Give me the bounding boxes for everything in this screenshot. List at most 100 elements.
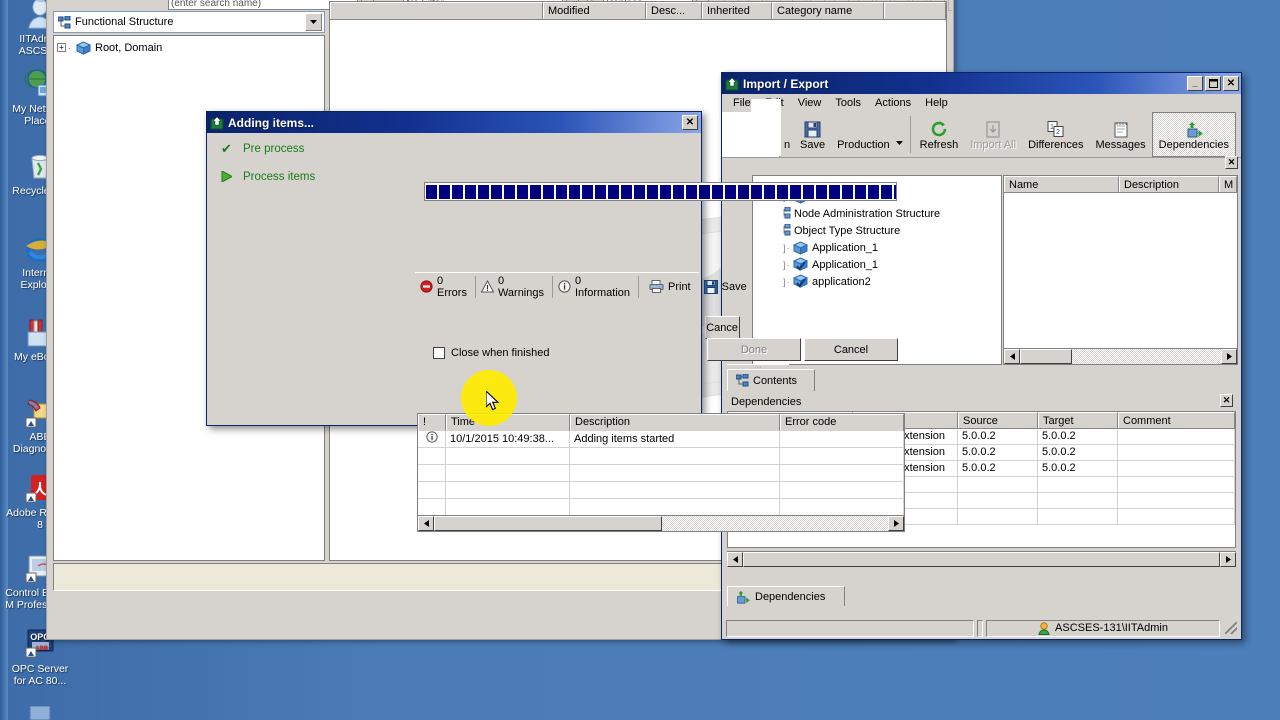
grid-header-cell[interactable]: Inherited <box>702 2 772 19</box>
menu-item-tools[interactable]: Tools <box>829 96 867 110</box>
tree-connector: ]· <box>783 259 791 270</box>
structure-combo[interactable]: Functional Structure <box>53 11 325 33</box>
toolbar-production[interactable]: Production <box>831 112 892 157</box>
list-hscrollbar[interactable] <box>1004 348 1237 364</box>
checkbox-icon[interactable] <box>433 347 445 359</box>
tree-item-root-domain[interactable]: + · Root, Domain <box>54 39 324 56</box>
status-user-pane: ASCSES-131\IITAdmin <box>986 619 1220 637</box>
scroll-left-icon[interactable] <box>418 516 434 531</box>
menu-item-view[interactable]: View <box>792 96 828 110</box>
scroll-track[interactable] <box>1072 349 1221 364</box>
close-button[interactable]: ✕ <box>1223 76 1239 91</box>
tab-dependencies[interactable]: Dependencies <box>727 586 845 606</box>
scroll-track[interactable] <box>662 516 888 531</box>
grid-header-cell[interactable] <box>884 2 946 19</box>
adding-items-title: Adding items... <box>228 115 315 130</box>
log-hscrollbar[interactable] <box>418 515 904 531</box>
grid-header-cell[interactable]: Category name <box>772 2 884 19</box>
list-header-m[interactable]: M <box>1219 176 1237 192</box>
contents-panel-close[interactable]: ✕ <box>1225 156 1238 169</box>
scroll-right-icon[interactable] <box>888 516 904 531</box>
scroll-right-icon[interactable] <box>1221 349 1237 364</box>
table-row[interactable] <box>418 482 904 499</box>
toolbar-refresh-label: Refresh <box>919 139 959 151</box>
toolbar-messages[interactable]: Messages <box>1090 112 1152 157</box>
refresh-icon <box>930 119 948 139</box>
maximize-button[interactable] <box>1205 76 1221 91</box>
dep-cell-target: 5.0.0.2 <box>1038 445 1118 461</box>
expand-icon[interactable]: + <box>57 43 66 52</box>
toolbar-differences-label: Differences <box>1028 139 1084 151</box>
dep-header-source[interactable]: Source <box>958 412 1038 428</box>
ie-tree-item-object-type[interactable]: Object Type Structure <box>753 222 1001 239</box>
import-export-tree[interactable]: ]· Root <box>752 175 1002 365</box>
differences-icon: 1 2 <box>1047 119 1065 139</box>
cancel-button[interactable]: Cancel <box>804 338 898 361</box>
table-row[interactable]: 10/1/2015 10:49:38... Adding items start… <box>418 431 904 448</box>
progress-block <box>504 184 515 199</box>
scroll-thumb[interactable] <box>434 516 662 531</box>
toolbar-production-dropdown[interactable] <box>892 112 907 157</box>
log-header-error-code[interactable]: Error code <box>780 414 904 431</box>
ie-tree-item-application-1[interactable]: ]· Application_1 <box>753 239 1001 256</box>
menu-item-actions[interactable]: Actions <box>869 96 917 110</box>
progress-block <box>790 184 801 199</box>
done-button-label: Done <box>740 343 768 356</box>
toolbar-icon-10[interactable] <box>948 0 952 11</box>
print-button[interactable]: Print <box>639 276 699 298</box>
adding-items-titlebar[interactable]: Adding items... ✕ <box>207 112 701 133</box>
information-counter-label: 0 Information <box>574 274 631 299</box>
close-when-finished-checkbox[interactable]: Close when finished <box>433 347 549 359</box>
progress-block <box>777 184 788 199</box>
close-when-finished-label: Close when finished <box>451 347 550 359</box>
grid-header-cell[interactable]: Modified <box>543 2 646 19</box>
ie-tree-item-application-1-checked[interactable]: ]· Application_1 <box>753 256 1001 273</box>
dep-cell-target: 5.0.0.2 <box>1038 429 1118 445</box>
toolbar-differences[interactable]: 1 2 Differences <box>1022 112 1089 157</box>
scroll-left-icon[interactable] <box>727 552 743 567</box>
ie-tree-item-application2[interactable]: ]· application2 <box>753 273 1001 290</box>
desktop-icon-extra[interactable] <box>4 705 76 720</box>
menu-item-help[interactable]: Help <box>919 96 954 110</box>
list-header-description[interactable]: Description <box>1119 176 1219 192</box>
toolbar-refresh[interactable]: Refresh <box>914 112 965 157</box>
close-icon[interactable]: ✕ <box>1220 394 1233 407</box>
table-row[interactable] <box>418 465 904 482</box>
save-button[interactable]: Save <box>699 276 755 298</box>
list-header-name[interactable]: Name <box>1004 176 1119 192</box>
object-cube-check-icon <box>793 274 808 289</box>
dependencies-hscrollbar[interactable] <box>727 551 1236 567</box>
dep-header-target[interactable]: Target <box>1038 412 1118 428</box>
log-header-description[interactable]: Description <box>570 414 780 431</box>
toolbar-open[interactable]: n <box>780 112 794 157</box>
close-button[interactable]: ✕ <box>682 115 698 130</box>
scroll-thumb[interactable] <box>743 552 1220 567</box>
information-counter[interactable]: 0 Information <box>553 274 639 299</box>
tab-contents[interactable]: Contents <box>727 369 815 391</box>
warnings-counter[interactable]: 0 Warnings <box>476 275 553 299</box>
log-grid[interactable]: ! Time Description Error code 10/1/2015 … <box>417 413 905 532</box>
tree-connector: · <box>68 42 72 53</box>
scroll-thumb[interactable] <box>1020 349 1072 364</box>
toolbar-save[interactable]: Save <box>794 112 831 157</box>
scroll-right-icon[interactable] <box>1220 552 1236 567</box>
import-export-titlebar[interactable]: Import / Export _ ✕ <box>722 73 1241 94</box>
table-row[interactable] <box>418 448 904 465</box>
toolbar-dependencies[interactable]: Dependencies <box>1151 112 1236 157</box>
errors-counter[interactable]: 0 Errors <box>415 275 476 299</box>
status-divider-pane <box>977 619 983 637</box>
close-icon[interactable]: ✕ <box>1225 156 1238 169</box>
log-header-severity[interactable]: ! <box>418 414 446 431</box>
chevron-down-icon[interactable] <box>305 13 322 31</box>
dep-cell-comment <box>1118 445 1235 461</box>
table-row[interactable] <box>418 499 904 516</box>
import-export-list[interactable]: Name Description M <box>1003 175 1238 365</box>
scroll-left-icon[interactable] <box>1004 349 1020 364</box>
resize-grip[interactable] <box>1225 622 1237 634</box>
ie-tree-item-node-admin[interactable]: Node Administration Structure <box>753 205 1001 222</box>
background-cancel-button[interactable]: Cance <box>705 316 740 339</box>
minimize-button[interactable]: _ <box>1187 76 1203 91</box>
dep-header-comment[interactable]: Comment <box>1118 412 1235 428</box>
grid-header-cell[interactable] <box>330 2 543 19</box>
grid-header-cell[interactable]: Desc... <box>646 2 702 19</box>
